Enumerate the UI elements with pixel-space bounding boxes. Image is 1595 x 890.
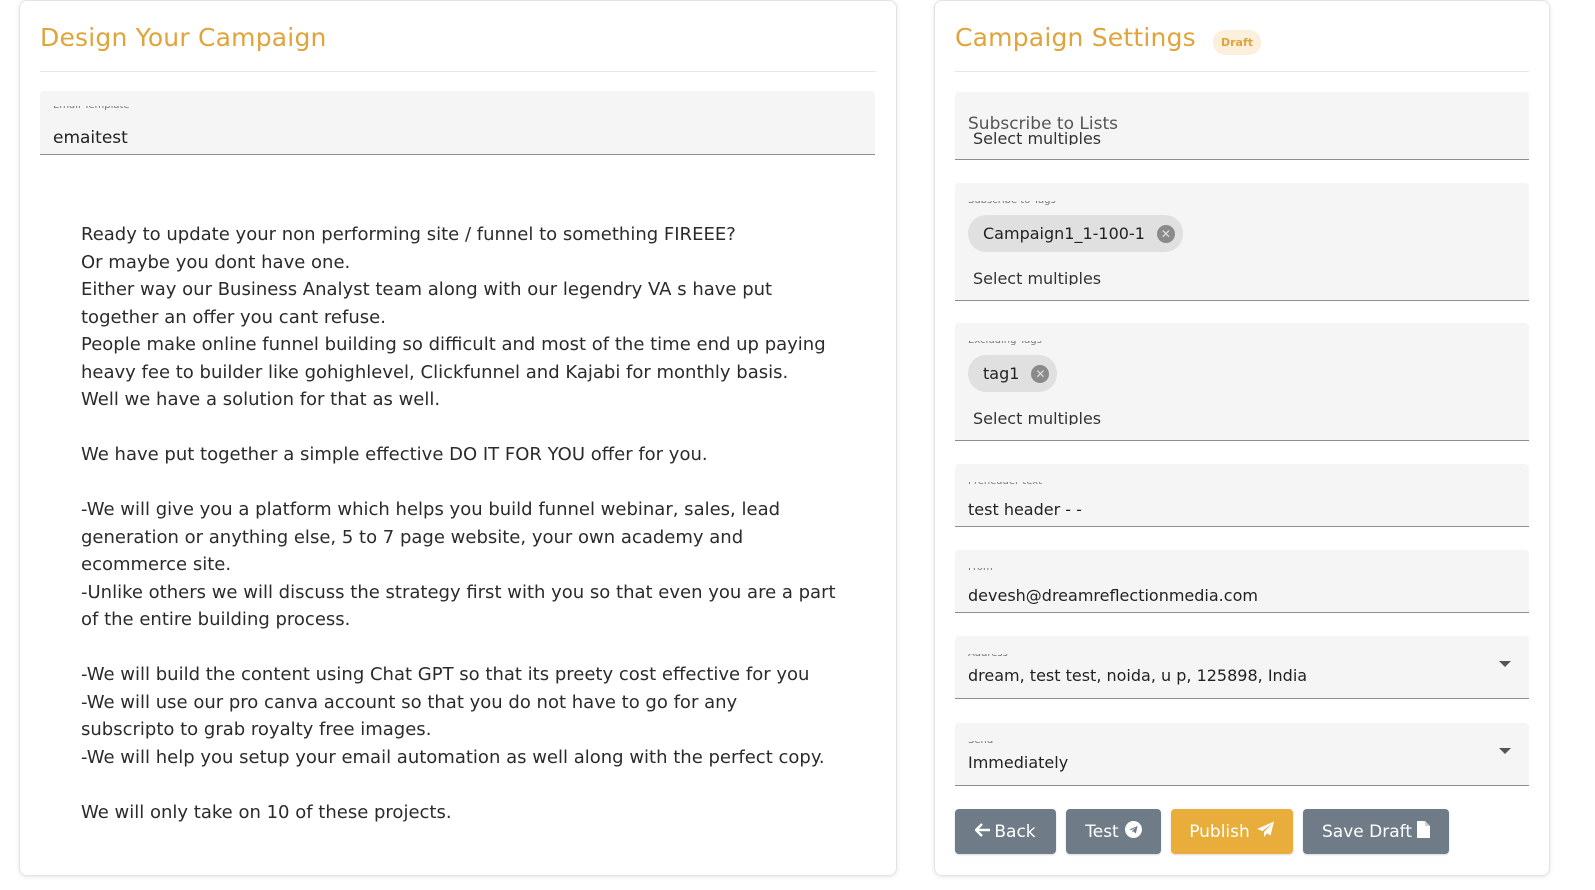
- design-campaign-title: Design Your Campaign: [40, 23, 327, 52]
- address-value: dream, test test, noida, u p, 125898, In…: [968, 666, 1308, 685]
- excluded-tag-chip: tag1 ✕: [968, 355, 1058, 392]
- email-body-line: -We will use our pro canva account so th…: [81, 691, 738, 713]
- subscribe-tags-field[interactable]: Subscribe to Tags Campaign1_1-100-1 ✕ Se…: [955, 183, 1529, 301]
- email-template-field[interactable]: Email Template emaitest: [40, 91, 875, 155]
- paper-plane-icon: [1256, 821, 1275, 843]
- preheader-value[interactable]: test header - -: [968, 500, 1082, 518]
- email-body-line: generation or anything else, 5 to 7 page…: [81, 526, 744, 548]
- test-button-label: Test: [1085, 821, 1119, 842]
- email-body-line: heavy fee to builder like gohighlevel, C…: [81, 361, 789, 383]
- excluding-tags-placeholder[interactable]: Select multiples: [973, 409, 1101, 425]
- telegram-send-icon: [1124, 820, 1142, 843]
- publish-button-label: Publish: [1189, 821, 1250, 842]
- save-draft-button[interactable]: Save Draft: [1303, 809, 1449, 854]
- back-button[interactable]: Back: [955, 809, 1056, 854]
- subscribe-lists-placeholder[interactable]: Select multiples: [973, 129, 1101, 145]
- email-body-line: Well we have a solution for that as well…: [81, 389, 441, 410]
- remove-chip-icon[interactable]: ✕: [1031, 364, 1050, 383]
- address-select[interactable]: Address dream, test test, noida, u p, 12…: [955, 636, 1529, 699]
- send-value: Immediately: [968, 753, 1069, 772]
- design-campaign-card: Design Your Campaign Email Template emai…: [19, 0, 897, 876]
- preheader-label: Preheader text: [968, 476, 1043, 487]
- email-body-blank-line: [81, 414, 851, 442]
- email-body-line: subscripto to grab royalty free images.: [81, 719, 432, 740]
- email-body-line: Either way our Business Analyst team alo…: [81, 279, 773, 300]
- excluded-tag-chip-label: tag1: [983, 364, 1020, 383]
- preheader-field[interactable]: Preheader text test header - -: [955, 464, 1529, 527]
- email-body-line: Or maybe you dont have one.: [81, 251, 351, 273]
- email-body-blank-line: [81, 771, 851, 799]
- campaign-settings-title: Campaign Settings: [955, 23, 1196, 52]
- from-field[interactable]: From devesh@dreamreflectionmedia.com: [955, 550, 1529, 613]
- tag-chip-label: Campaign1_1-100-1: [983, 224, 1145, 243]
- status-badge: Draft: [1213, 30, 1262, 55]
- chevron-down-icon[interactable]: [1499, 661, 1511, 667]
- arrow-left-icon: [975, 822, 991, 842]
- campaign-settings-card: Campaign Settings Draft Subscribe to Lis…: [934, 0, 1550, 876]
- email-body-line: Ready to update your non performing site…: [81, 224, 736, 245]
- email-body-blank-line: [81, 634, 851, 662]
- settings-divider: [955, 71, 1529, 72]
- subscribe-tags-placeholder[interactable]: Select multiples: [973, 269, 1101, 285]
- email-body-line: together an offer you cant refuse.: [81, 306, 386, 328]
- from-label: From: [968, 562, 993, 573]
- chevron-down-icon[interactable]: [1499, 748, 1511, 754]
- email-body-line: -Unlike others we will discuss the strat…: [81, 581, 836, 603]
- email-body-line: -We will build the content using Chat GP…: [81, 664, 810, 685]
- email-template-label: Email Template: [53, 100, 130, 111]
- email-body-line: -We will help you setup your email autom…: [81, 746, 825, 768]
- email-body-preview: Ready to update your non performing site…: [81, 221, 851, 826]
- excluding-tags-label: Excluding Tags: [968, 335, 1042, 346]
- remove-chip-icon[interactable]: ✕: [1156, 224, 1175, 243]
- test-button[interactable]: Test: [1066, 809, 1161, 854]
- email-body-line: We will only take on 10 of these project…: [81, 801, 452, 823]
- send-select[interactable]: Send Immediately: [955, 723, 1529, 786]
- from-value[interactable]: devesh@dreamreflectionmedia.com: [968, 586, 1258, 604]
- document-icon: [1416, 820, 1430, 843]
- publish-button[interactable]: Publish: [1171, 809, 1293, 854]
- send-label: Send: [968, 735, 994, 746]
- email-body-blank-line: [81, 469, 851, 497]
- email-template-value: emaitest: [53, 128, 128, 146]
- email-body-line: ecommerce site.: [81, 554, 232, 575]
- back-button-label: Back: [994, 821, 1036, 842]
- subscribe-lists-field[interactable]: Subscribe to Lists Select multiples: [955, 92, 1529, 160]
- email-body-line: of the entire building process.: [81, 609, 351, 630]
- email-body-line: People make online funnel building so di…: [81, 334, 826, 355]
- tag-chip: Campaign1_1-100-1 ✕: [968, 215, 1183, 252]
- email-body-line: -We will give you a platform which helps…: [81, 499, 781, 520]
- subscribe-tags-label: Subscribe to Tags: [968, 195, 1056, 206]
- email-body-line: We have put together a simple effective …: [81, 444, 708, 465]
- save-draft-button-label: Save Draft: [1322, 821, 1412, 842]
- address-label: Address: [968, 648, 1008, 659]
- title-divider: [40, 71, 876, 72]
- excluding-tags-field[interactable]: Excluding Tags tag1 ✕ Select multiples: [955, 323, 1529, 441]
